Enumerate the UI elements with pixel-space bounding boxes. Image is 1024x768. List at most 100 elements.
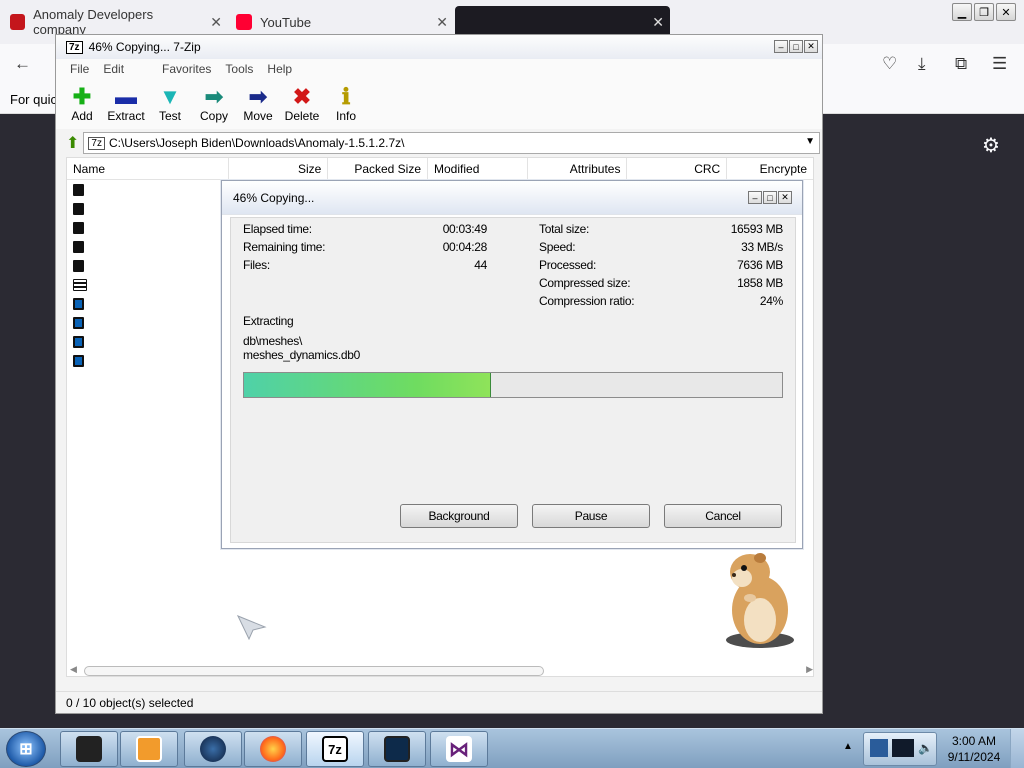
path-field[interactable]: 7z C:\Users\Joseph Biden\Downloads\Anoma… bbox=[83, 132, 820, 154]
column-packed-size[interactable]: Packed Size bbox=[328, 158, 429, 179]
minimize-button[interactable]: – bbox=[774, 40, 788, 53]
media-player-icon bbox=[136, 736, 162, 762]
chevron-down-icon[interactable]: ▼ bbox=[805, 136, 815, 147]
dialog-window-controls: – □ ✕ bbox=[748, 191, 792, 204]
youtube-icon bbox=[236, 14, 252, 30]
dialog-body: Elapsed time: 00:03:49 Remaining time: 0… bbox=[230, 217, 796, 543]
progress-bar bbox=[243, 372, 783, 398]
horizontal-scrollbar[interactable]: ◀ ▶ bbox=[68, 664, 813, 677]
column-name[interactable]: Name bbox=[67, 158, 229, 179]
menu-tools[interactable]: Tools bbox=[225, 62, 253, 76]
menu-favorites[interactable]: Favorites bbox=[162, 62, 211, 76]
plus-icon: ✚ bbox=[72, 84, 92, 109]
volume-icon[interactable]: 🔈 bbox=[918, 741, 933, 755]
executable-icon[interactable] bbox=[73, 317, 84, 329]
folder-icon[interactable] bbox=[73, 241, 84, 253]
show-desktop-button[interactable] bbox=[1010, 729, 1024, 768]
display-icon[interactable] bbox=[892, 739, 914, 757]
copy-arrow-icon: ➡ bbox=[204, 84, 224, 109]
delete-label: Delete bbox=[284, 109, 320, 123]
download-icon[interactable]: ⤓ bbox=[918, 54, 926, 74]
minimize-button[interactable]: ▁ bbox=[952, 3, 972, 21]
background-button[interactable]: Background bbox=[400, 504, 518, 528]
delete-x-icon: ✖ bbox=[292, 84, 312, 109]
elapsed-row: Elapsed time: 00:03:49 bbox=[243, 220, 487, 238]
column-attributes[interactable]: Attributes bbox=[528, 158, 628, 179]
app-icon bbox=[76, 736, 102, 762]
extensions-icon[interactable]: ⧉ bbox=[955, 54, 967, 74]
executable-icon[interactable] bbox=[73, 336, 84, 348]
menu-edit[interactable]: Edit bbox=[103, 62, 124, 76]
restore-button[interactable]: ❐ bbox=[974, 3, 994, 21]
folder-up-icon[interactable]: ⬆ bbox=[66, 133, 79, 153]
pocket-icon[interactable]: ♡ bbox=[882, 54, 897, 74]
add-button[interactable]: ✚ Add bbox=[64, 79, 100, 129]
move-button[interactable]: ➡ Move bbox=[240, 79, 276, 129]
column-headers: Name Size Packed Size Modified Attribute… bbox=[67, 158, 813, 180]
folder-icon[interactable] bbox=[73, 222, 84, 234]
scroll-left-icon[interactable]: ◀ bbox=[70, 664, 77, 675]
taskbar-7zip[interactable]: 7z bbox=[306, 731, 364, 767]
extract-button[interactable]: ▬ Extract bbox=[107, 79, 144, 129]
tab-label: Anomaly Developers company bbox=[33, 7, 154, 37]
hamster-image bbox=[726, 553, 794, 648]
folder-icon[interactable] bbox=[73, 203, 84, 215]
folder-icon[interactable] bbox=[73, 260, 84, 272]
column-size[interactable]: Size bbox=[229, 158, 329, 179]
column-modified[interactable]: Modified bbox=[428, 158, 528, 179]
close-icon[interactable]: ✕ bbox=[210, 14, 222, 31]
taskbar-app-1[interactable] bbox=[60, 731, 118, 767]
elapsed-label: Elapsed time: bbox=[243, 222, 312, 236]
7zip-icon: 7z bbox=[66, 40, 83, 54]
tray-chevron-up-icon[interactable]: ▲ bbox=[843, 741, 853, 752]
7zip-title-bar: 7z 46% Copying... 7-Zip – □ ✕ bbox=[56, 35, 822, 59]
scroll-right-icon[interactable]: ▶ bbox=[806, 664, 813, 675]
close-button[interactable]: ✕ bbox=[996, 3, 1016, 21]
column-crc[interactable]: CRC bbox=[627, 158, 728, 179]
total-size-row: Total size: 16593 MB bbox=[539, 220, 783, 238]
7zip-icon: 7z bbox=[322, 736, 348, 762]
maximize-button[interactable]: □ bbox=[763, 191, 777, 204]
executable-icon[interactable] bbox=[73, 355, 84, 367]
system-tray: 🔈 bbox=[863, 732, 937, 766]
minimize-button[interactable]: – bbox=[748, 191, 762, 204]
cancel-button[interactable]: Cancel bbox=[664, 504, 782, 528]
taskbar-firefox[interactable] bbox=[244, 731, 302, 767]
clock[interactable]: 3:00 AM 9/11/2024 bbox=[946, 733, 1002, 765]
monitor-icon bbox=[384, 736, 410, 762]
back-arrow-icon[interactable]: ← bbox=[14, 54, 31, 74]
menu-bar: File Edit Favorites Tools Help bbox=[56, 59, 822, 79]
taskbar-monitor[interactable] bbox=[368, 731, 426, 767]
text-file-icon[interactable] bbox=[73, 279, 87, 291]
folder-icon[interactable] bbox=[73, 184, 84, 196]
test-button[interactable]: ▼ Test bbox=[152, 79, 188, 129]
globe-icon bbox=[200, 736, 226, 762]
speed-row: Speed: 33 MB/s bbox=[539, 238, 783, 256]
network-icon[interactable] bbox=[870, 739, 888, 757]
start-button[interactable]: ⊞ bbox=[6, 731, 46, 767]
taskbar-globe[interactable] bbox=[184, 731, 242, 767]
maximize-button[interactable]: □ bbox=[789, 40, 803, 53]
taskbar-media-player[interactable] bbox=[120, 731, 178, 767]
taskbar-visual-studio[interactable]: ⋈ bbox=[430, 731, 488, 767]
move-label: Move bbox=[243, 109, 273, 123]
menu-icon[interactable]: ☰ bbox=[992, 54, 1007, 74]
remaining-label: Remaining time: bbox=[243, 240, 326, 254]
menu-file[interactable]: File bbox=[70, 62, 89, 76]
executable-icon[interactable] bbox=[73, 298, 84, 310]
close-icon[interactable]: ✕ bbox=[652, 14, 664, 31]
close-button[interactable]: ✕ bbox=[804, 40, 818, 53]
column-encrypted[interactable]: Encrypte bbox=[727, 158, 813, 179]
close-button[interactable]: ✕ bbox=[778, 191, 792, 204]
gear-icon[interactable]: ⚙ bbox=[982, 133, 1000, 158]
copy-button[interactable]: ➡ Copy bbox=[196, 79, 232, 129]
compressed-size-value: 1858 MB bbox=[737, 276, 783, 290]
total-size-value: 16593 MB bbox=[730, 222, 784, 236]
close-icon[interactable]: ✕ bbox=[436, 14, 448, 31]
delete-button[interactable]: ✖ Delete bbox=[284, 79, 320, 129]
current-file: meshes_dynamics.db0 bbox=[243, 348, 361, 362]
menu-help[interactable]: Help bbox=[267, 62, 292, 76]
info-button[interactable]: ℹ Info bbox=[328, 79, 364, 129]
pause-button[interactable]: Pause bbox=[532, 504, 650, 528]
scrollbar-thumb[interactable] bbox=[84, 666, 544, 676]
